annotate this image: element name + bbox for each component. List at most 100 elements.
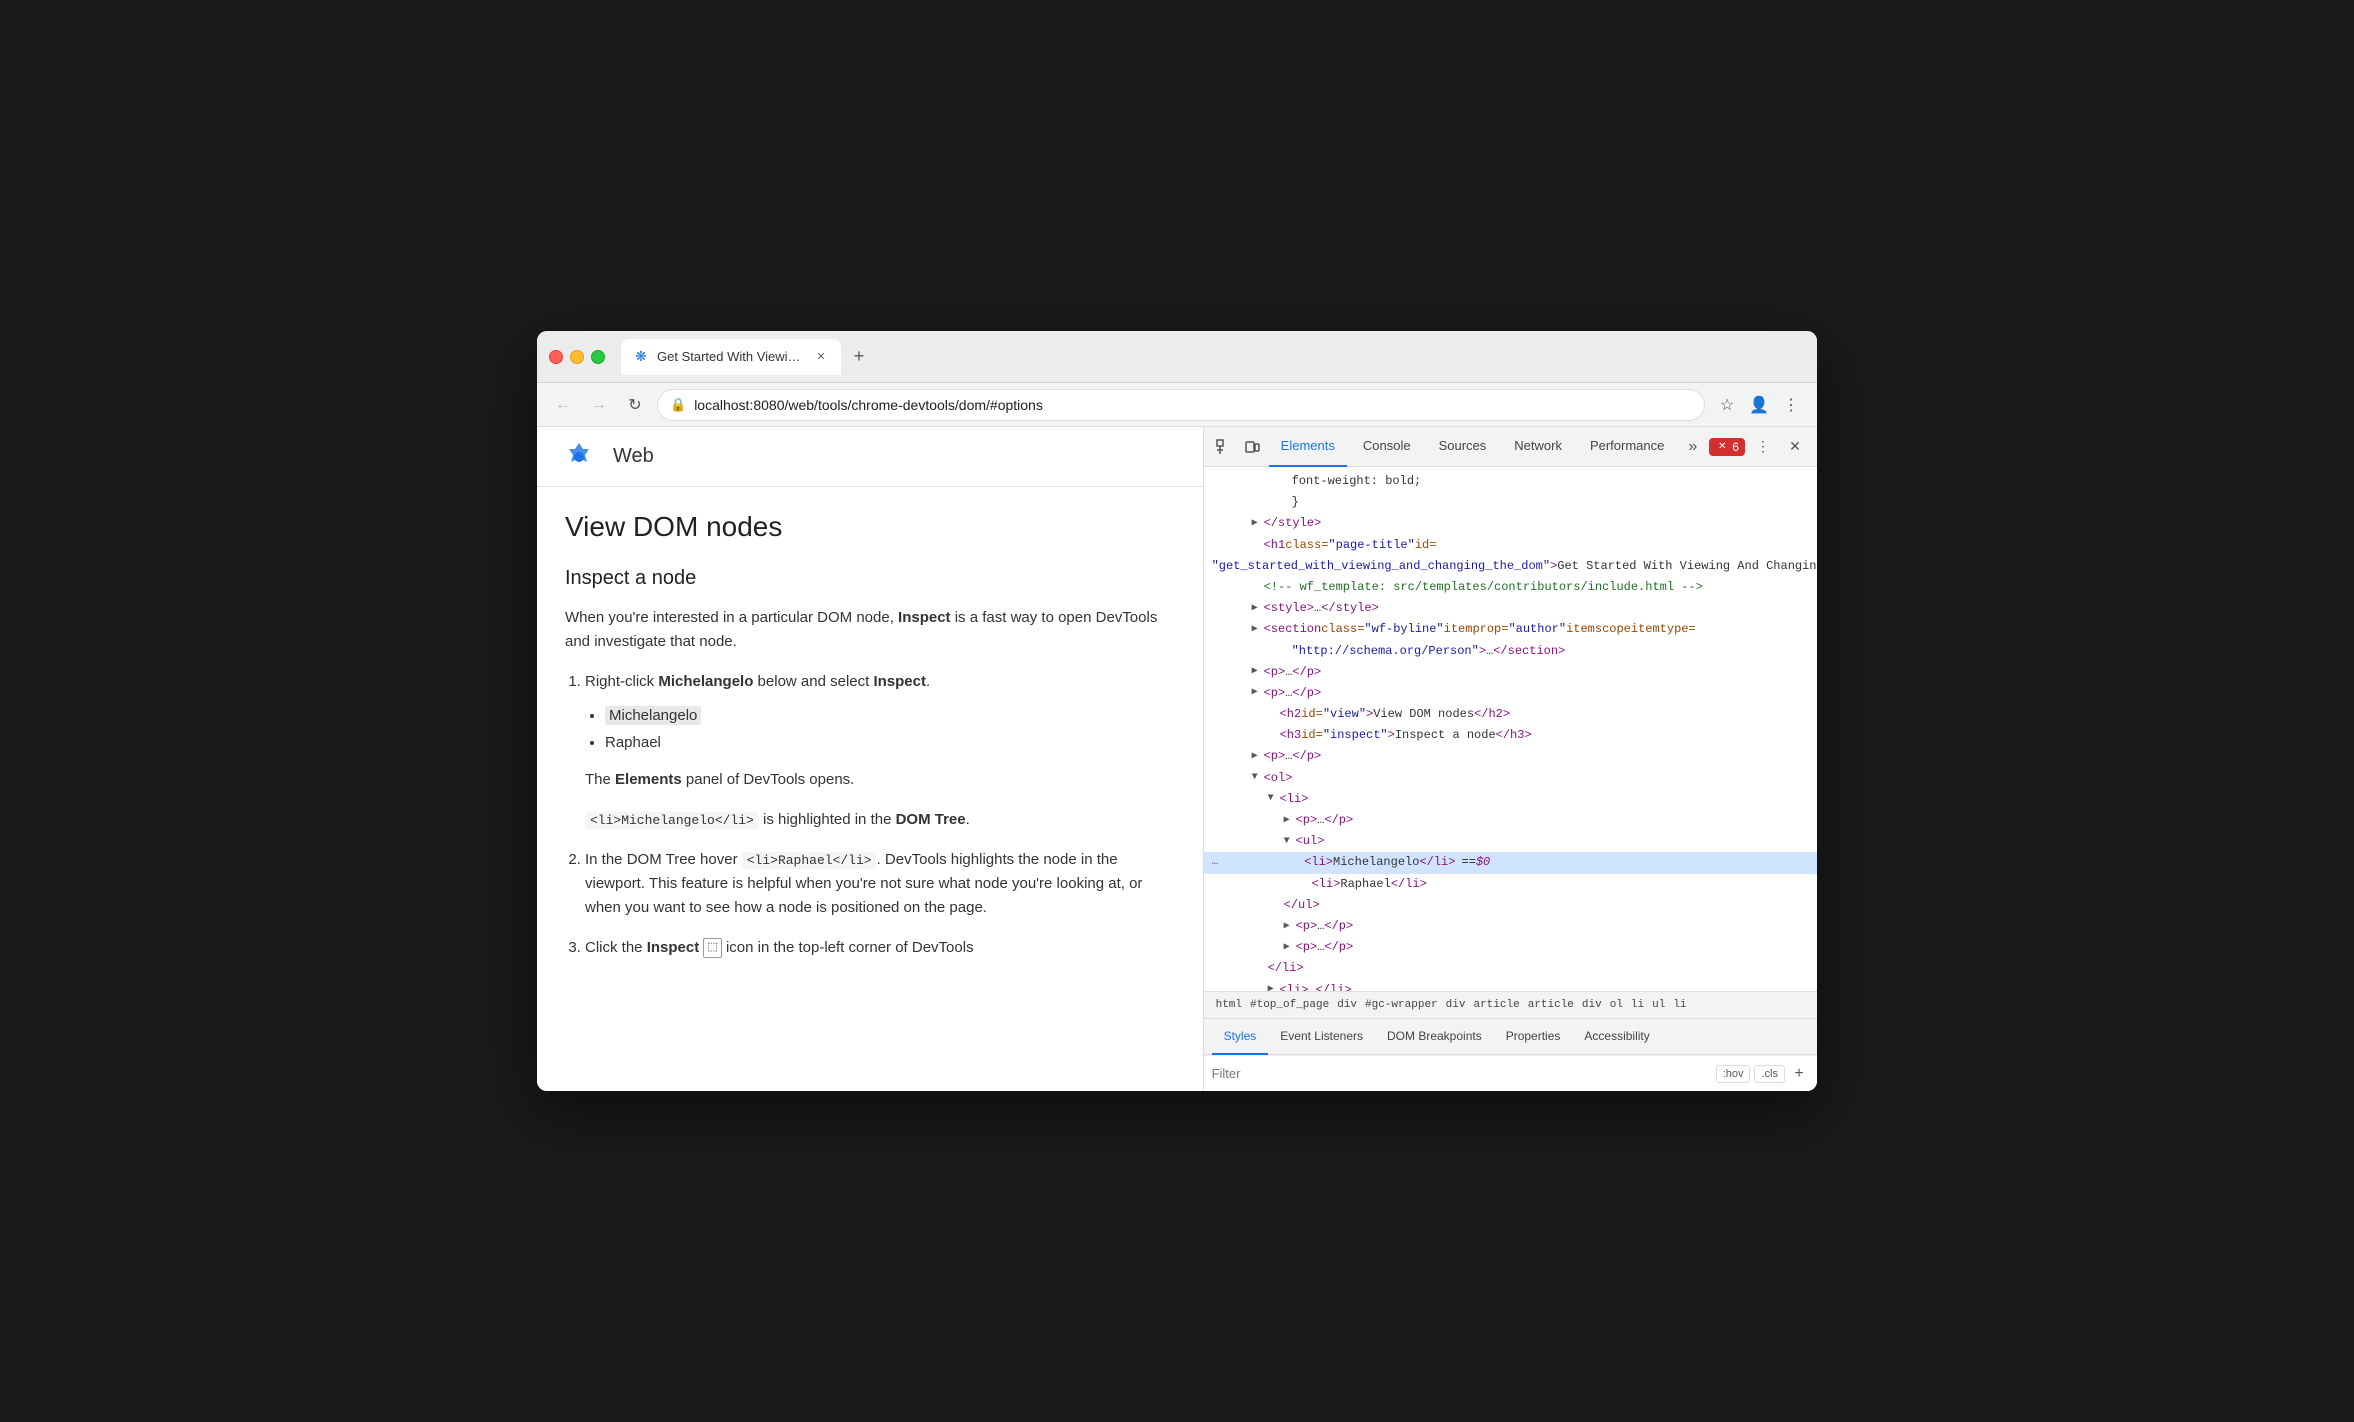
devtools-close-button[interactable]: ✕ [1781,433,1809,461]
page-header: Web [537,427,1203,487]
highlighted-michelangelo: Michelangelo [605,706,701,725]
dollar-zero: $0 [1476,853,1490,872]
tab-styles[interactable]: Styles [1212,1019,1269,1055]
bookmark-button[interactable]: ☆ [1713,391,1741,419]
devtools-tab-performance[interactable]: Performance [1578,427,1676,467]
dom-tree[interactable]: font-weight: bold; } </style> <h1 [1204,467,1817,991]
devtools-menu-button[interactable]: ⋮ [1749,433,1777,461]
devtools-tab-sources[interactable]: Sources [1427,427,1499,467]
dom-triangle-icon[interactable] [1252,622,1264,638]
bc-html[interactable]: html [1212,997,1246,1013]
dom-triangle-icon[interactable] [1252,685,1264,701]
toolbar-right: ☆ 👤 ⋮ [1713,391,1805,419]
add-style-rule-button[interactable]: + [1789,1064,1809,1084]
dom-triangle-icon[interactable] [1268,982,1280,991]
dom-triangle-icon[interactable] [1252,770,1264,786]
site-logo-icon [561,439,597,475]
tab-title: Get Started With Viewing And [657,349,805,364]
tab-bar: ❋ Get Started With Viewing And ✕ + [621,339,1805,375]
close-window-button[interactable] [549,350,563,364]
list-item-michelangelo: Michelangelo [605,702,1175,729]
dom-line-section-cont: "http://schema.org/Person" > … </section… [1204,641,1817,662]
url-lock-icon: 🔒 [670,397,686,413]
dom-line-li-michelangelo[interactable]: … <li> Michelangelo </li> == $0 [1204,852,1817,873]
devtools-device-button[interactable] [1240,433,1265,461]
dom-line-p3: <p> … </p> [1204,746,1817,767]
dom-line-comment: <!-- wf_template: src/templates/contribu… [1204,577,1817,598]
bc-div2[interactable]: div [1442,997,1470,1013]
dom-triangle-icon[interactable] [1284,834,1296,850]
page-content: Web View DOM nodes Inspect a node When y… [537,427,1203,1091]
filter-pseudo-buttons: :hov .cls + [1716,1064,1809,1084]
site-name: Web [613,445,654,468]
tab-accessibility[interactable]: Accessibility [1572,1019,1661,1055]
tab-close-button[interactable]: ✕ [813,349,829,365]
steps-list-3: Click the Inspect ⬚ icon in the top-left… [585,936,1175,960]
url-bar[interactable]: 🔒 localhost:8080/web/tools/chrome-devtoo… [657,389,1705,421]
dom-line-p2: <p> … </p> [1204,683,1817,704]
devtools-tab-network[interactable]: Network [1502,427,1574,467]
code-li-raphael: <li>Raphael</li> [742,852,877,869]
bc-div1[interactable]: div [1333,997,1361,1013]
devtools-inspect-button[interactable] [1212,433,1237,461]
address-bar: ← → ↻ 🔒 localhost:8080/web/tools/chrome-… [537,383,1817,427]
url-text: localhost:8080/web/tools/chrome-devtools… [694,397,1692,413]
step-2: In the DOM Tree hover <li>Raphael</li>. … [585,848,1175,920]
breadcrumb-bar: html #top_of_page div #gc-wrapper div ar… [1204,991,1817,1019]
account-button[interactable]: 👤 [1745,391,1773,419]
hov-button[interactable]: :hov [1716,1065,1751,1083]
dom-tree-note: <li>Michelangelo</li> is highlighted in … [585,808,1175,832]
bc-article2[interactable]: article [1524,997,1578,1013]
steps-list-2: In the DOM Tree hover <li>Raphael</li>. … [585,848,1175,920]
step-1-list: Michelangelo Raphael [605,702,1175,756]
dom-triangle-icon[interactable] [1284,919,1296,935]
dom-line-h1-cont: "get_started_with_viewing_and_changing_t… [1204,556,1817,577]
new-tab-button[interactable]: + [845,343,873,371]
dom-line-p-li: <p> … </p> [1204,810,1817,831]
bc-article1[interactable]: article [1469,997,1523,1013]
active-tab[interactable]: ❋ Get Started With Viewing And ✕ [621,339,841,375]
devtools-toolbar: Elements Console Sources Network Perform… [1204,427,1817,467]
forward-button[interactable]: → [585,391,613,419]
cls-button[interactable]: .cls [1754,1065,1785,1083]
back-button[interactable]: ← [549,391,577,419]
bc-li2[interactable]: li [1669,997,1690,1013]
tab-event-listeners[interactable]: Event Listeners [1268,1019,1375,1055]
dom-line-p5: <p> … </p> [1204,937,1817,958]
bc-li1[interactable]: li [1627,997,1648,1013]
dom-line: } [1204,492,1817,513]
dom-triangle-icon[interactable] [1284,813,1296,829]
dom-line-li2: <li> … </li> [1204,980,1817,992]
dom-line-h3: <h3 id= "inspect" > Inspect a node </h3> [1204,725,1817,746]
bc-div3[interactable]: div [1578,997,1606,1013]
filter-input[interactable] [1212,1066,1708,1081]
reload-button[interactable]: ↻ [621,391,649,419]
dom-triangle-icon[interactable] [1284,940,1296,956]
error-count: 6 [1732,440,1739,454]
bc-ul[interactable]: ul [1648,997,1669,1013]
page-body: View DOM nodes Inspect a node When you'r… [537,487,1203,1091]
maximize-window-button[interactable] [591,350,605,364]
dom-triangle-icon[interactable] [1252,601,1264,617]
tab-dom-breakpoints[interactable]: DOM Breakpoints [1375,1019,1494,1055]
page-h2: View DOM nodes [565,511,1175,543]
tab-properties[interactable]: Properties [1494,1019,1573,1055]
dom-line-section: <section class= "wf-byline" itemprop= "a… [1204,619,1817,640]
dom-triangle-icon[interactable] [1252,516,1264,532]
dom-triangle-icon[interactable] [1268,791,1280,807]
devtools-tab-elements[interactable]: Elements [1269,427,1347,467]
bc-ol[interactable]: ol [1606,997,1627,1013]
minimize-window-button[interactable] [570,350,584,364]
bc-top[interactable]: #top_of_page [1246,997,1333,1013]
page-h3: Inspect a node [565,567,1175,590]
dom-line-ol: <ol> [1204,768,1817,789]
devtools-tab-console[interactable]: Console [1351,427,1423,467]
devtools-more-tabs-button[interactable]: » [1680,438,1705,456]
dom-triangle-icon[interactable] [1252,664,1264,680]
dom-triangle-icon[interactable] [1252,749,1264,765]
code-li-michelangelo: <li>Michelangelo</li> [585,812,759,829]
bc-gc-wrapper[interactable]: #gc-wrapper [1361,997,1442,1013]
menu-button[interactable]: ⋮ [1777,391,1805,419]
filter-bar: :hov .cls + [1204,1055,1817,1091]
step-1: Right-click Michelangelo below and selec… [585,670,1175,792]
